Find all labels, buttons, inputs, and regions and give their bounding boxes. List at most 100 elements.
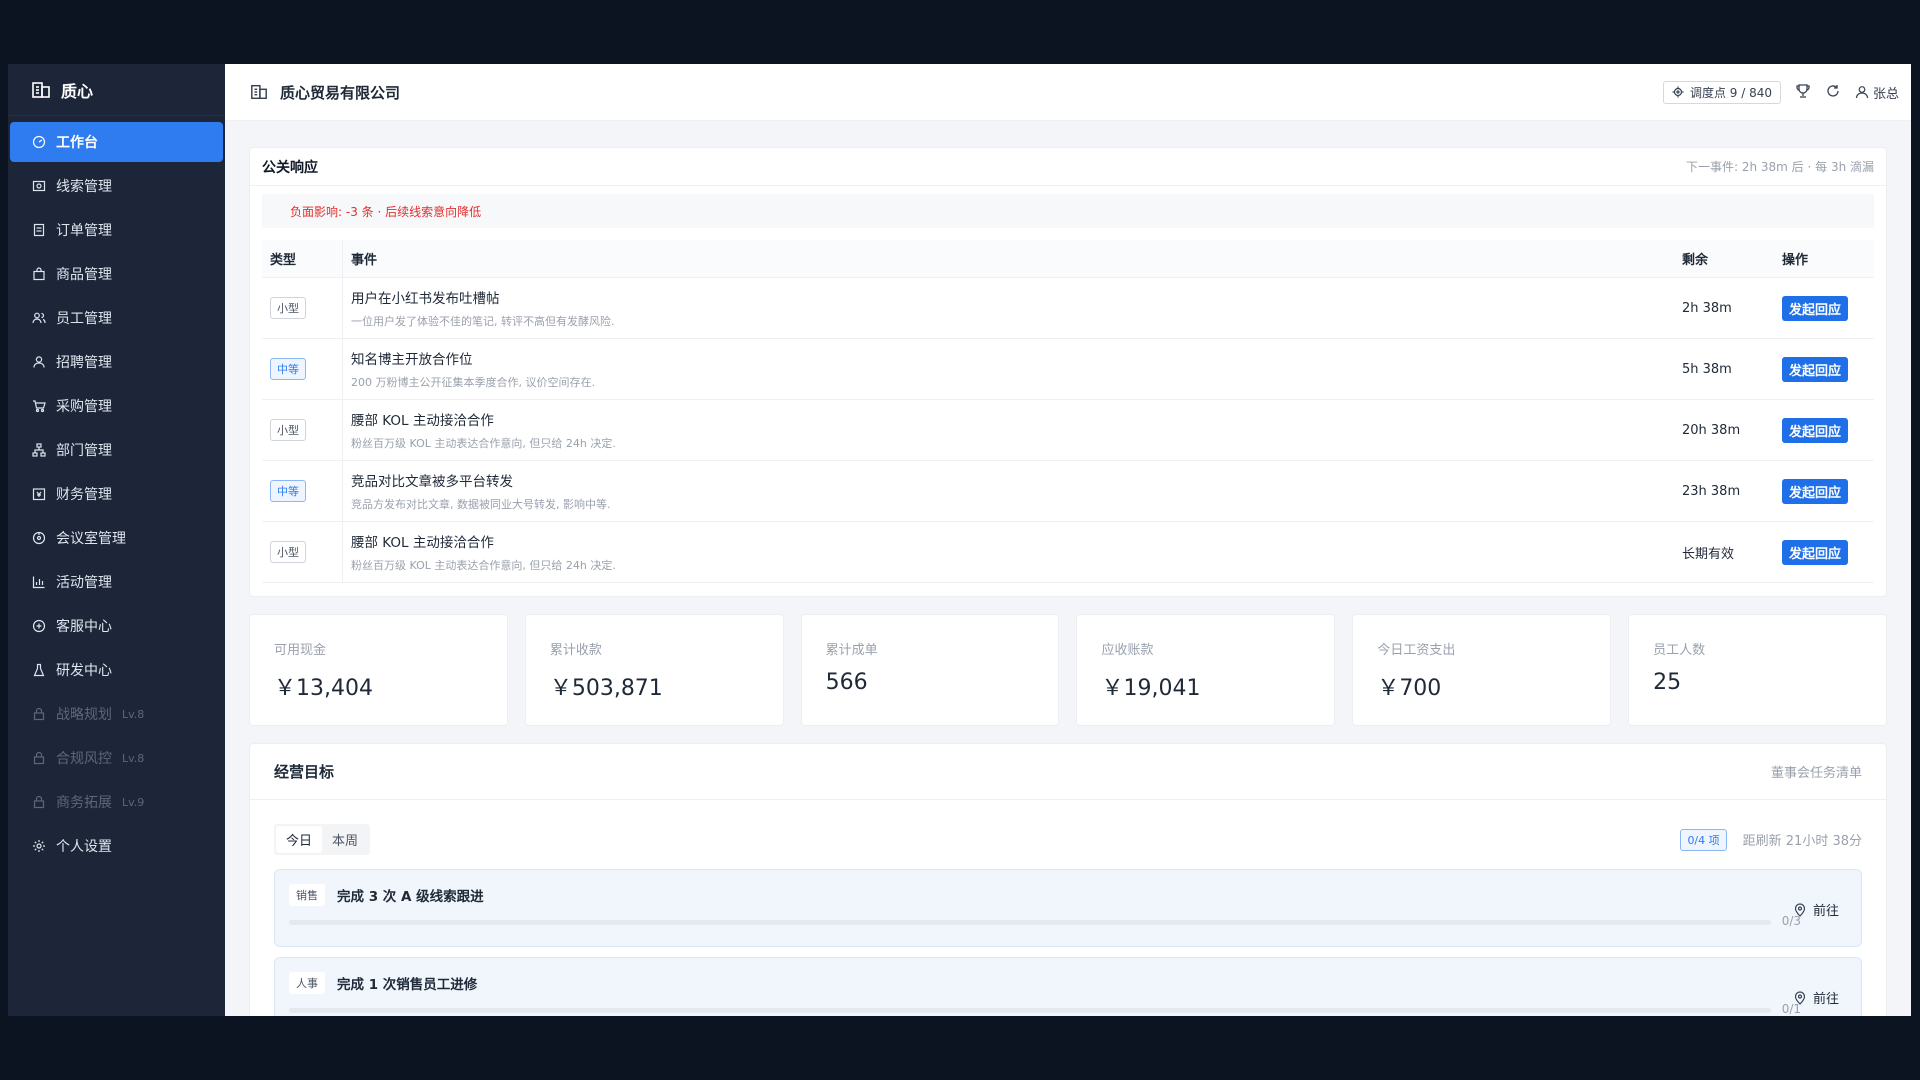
respond-button[interactable]: 发起回应 xyxy=(1782,478,1849,504)
sidebar-item-label: 活动管理 xyxy=(56,575,112,591)
org-icon xyxy=(32,443,46,457)
meeting-icon xyxy=(32,531,46,545)
refresh-button[interactable] xyxy=(1825,83,1841,102)
cart-icon xyxy=(33,400,46,413)
goal-task: 人事 完成 1 次销售员工进修 0/1 前往 xyxy=(274,957,1862,1016)
user-icon xyxy=(1855,86,1869,99)
task-name: 完成 1 次销售员工进修 xyxy=(337,977,478,993)
sidebar-item[interactable]: 采购管理 xyxy=(10,386,223,426)
business-goals-card: 经营目标 董事会任务清单 今日 本周 0/4 项 距刷新 21小时 38分 销售… xyxy=(249,743,1887,1016)
sidebar-item-label: 商务拓展 xyxy=(56,795,112,811)
stat-value: ￥19,041 xyxy=(1101,676,1201,701)
lock-icon xyxy=(33,707,45,721)
period-switch: 今日 本周 xyxy=(274,824,371,855)
sidebar-item[interactable]: 招聘管理 xyxy=(10,342,223,382)
stat-label: 应收账款 xyxy=(1101,643,1154,658)
tab-week[interactable]: 本周 xyxy=(322,826,368,853)
pr-table: 类型 事件 剩余 操作 小型 用户在小红书发布吐槽帖 一位用户发了体验不佳的笔记… xyxy=(262,240,1874,583)
event-cell: 知名博主开放合作位 200 万粉博主公开征集本季度合作, 议价空间存在. xyxy=(342,339,1674,399)
sidebar-item[interactable]: 部门管理 xyxy=(10,430,223,470)
sidebar-item[interactable]: 战略规划 Lv.8 xyxy=(10,694,223,734)
sidebar-item-label: 客服中心 xyxy=(56,619,112,635)
type-cell: 小型 xyxy=(262,419,342,441)
event-title: 竞品对比文章被多平台转发 xyxy=(351,474,513,490)
lock-icon xyxy=(33,751,45,765)
respond-button[interactable]: 发起回应 xyxy=(1782,295,1849,321)
type-cell: 中等 xyxy=(262,358,342,380)
negative-impact-alert: 负面影响: -3 条 · 后续线索意向降低 xyxy=(262,194,1874,228)
stat-value: ￥503,871 xyxy=(549,676,663,701)
stat-value: ￥13,404 xyxy=(274,676,373,701)
event-title: 知名博主开放合作位 xyxy=(351,352,473,368)
action-cell: 发起回应 xyxy=(1774,400,1874,460)
refresh-icon xyxy=(1827,84,1839,97)
severity-tag: 中等 xyxy=(270,480,306,502)
service-icon xyxy=(32,619,46,633)
level-requirement: Lv.9 xyxy=(122,795,145,809)
sidebar-item[interactable]: 财务管理 xyxy=(10,474,223,514)
trophy-button[interactable] xyxy=(1795,83,1811,102)
sidebar-item-label: 员工管理 xyxy=(56,311,112,327)
action-cell: 发起回应 xyxy=(1774,339,1874,399)
sidebar-item-label: 部门管理 xyxy=(56,443,112,459)
sidebar-item[interactable]: 个人设置 xyxy=(10,826,223,866)
sidebar-item[interactable]: 商务拓展 Lv.9 xyxy=(10,782,223,822)
sidebar-item[interactable]: 订单管理 xyxy=(10,210,223,250)
task-category: 销售 xyxy=(289,884,325,906)
table-row: 小型 腰部 KOL 主动接洽合作 粉丝百万级 KOL 主动表达合作意向, 但只给… xyxy=(262,400,1874,461)
table-header: 类型 事件 剩余 操作 xyxy=(262,240,1874,278)
brand: 质心 xyxy=(8,64,225,116)
trophy-icon xyxy=(1796,83,1810,98)
tab-today[interactable]: 今日 xyxy=(276,826,323,853)
col-event: 事件 xyxy=(342,240,1674,277)
col-action: 操作 xyxy=(1782,253,1809,268)
table-row: 小型 用户在小红书发布吐槽帖 一位用户发了体验不佳的笔记, 转评不高但有发酵风险… xyxy=(262,278,1874,339)
task-name: 完成 3 次 A 级线索跟进 xyxy=(337,889,484,905)
sidebar-item[interactable]: 合规风控 Lv.8 xyxy=(10,738,223,778)
respond-button[interactable]: 发起回应 xyxy=(1782,417,1849,443)
table-row: 小型 腰部 KOL 主动接洽合作 粉丝百万级 KOL 主动表达合作意向, 但只给… xyxy=(262,522,1874,583)
respond-button[interactable]: 发起回应 xyxy=(1782,539,1849,565)
stat-value: 566 xyxy=(825,670,868,695)
sidebar-item-label: 招聘管理 xyxy=(56,355,112,371)
col-remaining: 剩余 xyxy=(1682,253,1709,268)
goal-count-badge: 0/4 项 xyxy=(1680,828,1727,851)
go-button[interactable]: 前往 xyxy=(1793,900,1839,919)
sidebar-item[interactable]: 员工管理 xyxy=(10,298,223,338)
event-description: 粉丝百万级 KOL 主动表达合作意向, 但只给 24h 决定. xyxy=(351,559,616,572)
dashboard-icon xyxy=(32,135,46,149)
sidebar-item-label: 会议室管理 xyxy=(56,531,126,547)
stat-value: ￥700 xyxy=(1377,676,1442,701)
dispatch-points-badge[interactable]: 调度点 9 / 840 xyxy=(1662,80,1781,104)
board-task-list-link[interactable]: 董事会任务清单 xyxy=(1771,762,1862,781)
respond-button[interactable]: 发起回应 xyxy=(1782,356,1849,382)
stat-label: 可用现金 xyxy=(274,643,327,658)
sidebar-item[interactable]: 活动管理 xyxy=(10,562,223,602)
sidebar-item[interactable]: 研发中心 xyxy=(10,650,223,690)
action-cell: 发起回应 xyxy=(1774,278,1874,338)
pr-response-card: 公关响应 下一事件: 2h 38m 后 · 每 3h 滴漏 负面影响: -3 条… xyxy=(249,147,1887,597)
sidebar-item-label: 战略规划 xyxy=(56,707,112,723)
event-title: 腰部 KOL 主动接洽合作 xyxy=(351,535,494,551)
task-progress-bar xyxy=(289,1008,1771,1013)
sidebar-item[interactable]: 商品管理 xyxy=(10,254,223,294)
event-cell: 腰部 KOL 主动接洽合作 粉丝百万级 KOL 主动表达合作意向, 但只给 24… xyxy=(342,522,1674,582)
go-button[interactable]: 前往 xyxy=(1793,988,1839,1007)
clue-icon xyxy=(32,180,46,192)
table-row: 中等 竞品对比文章被多平台转发 竞品方发布对比文章, 数据被同业大号转发, 影响… xyxy=(262,461,1874,522)
sidebar-item-label: 采购管理 xyxy=(56,399,112,415)
remaining-cell: 20h 38m xyxy=(1682,422,1741,438)
sidebar-item[interactable]: 客服中心 xyxy=(10,606,223,646)
user-menu[interactable]: 张总 xyxy=(1855,83,1899,102)
app-window: 质心 工作台 线索管理 订单管理 商品管理 员工管理 招聘管理 采购管理 部门管… xyxy=(8,64,1911,1016)
sidebar-item-label: 财务管理 xyxy=(56,487,112,503)
remaining-cell: 长期有效 xyxy=(1682,546,1735,562)
user-icon xyxy=(33,356,45,368)
sidebar-item[interactable]: 线索管理 xyxy=(10,166,223,206)
sidebar-item-label: 工作台 xyxy=(56,135,98,151)
remaining-cell: 2h 38m xyxy=(1682,300,1732,316)
sidebar-item[interactable]: 会议室管理 xyxy=(10,518,223,558)
sidebar-item[interactable]: 工作台 xyxy=(10,122,223,162)
stat-label: 累计收款 xyxy=(549,643,602,658)
stat-card: 今日工资支出 ￥700 xyxy=(1352,614,1612,726)
